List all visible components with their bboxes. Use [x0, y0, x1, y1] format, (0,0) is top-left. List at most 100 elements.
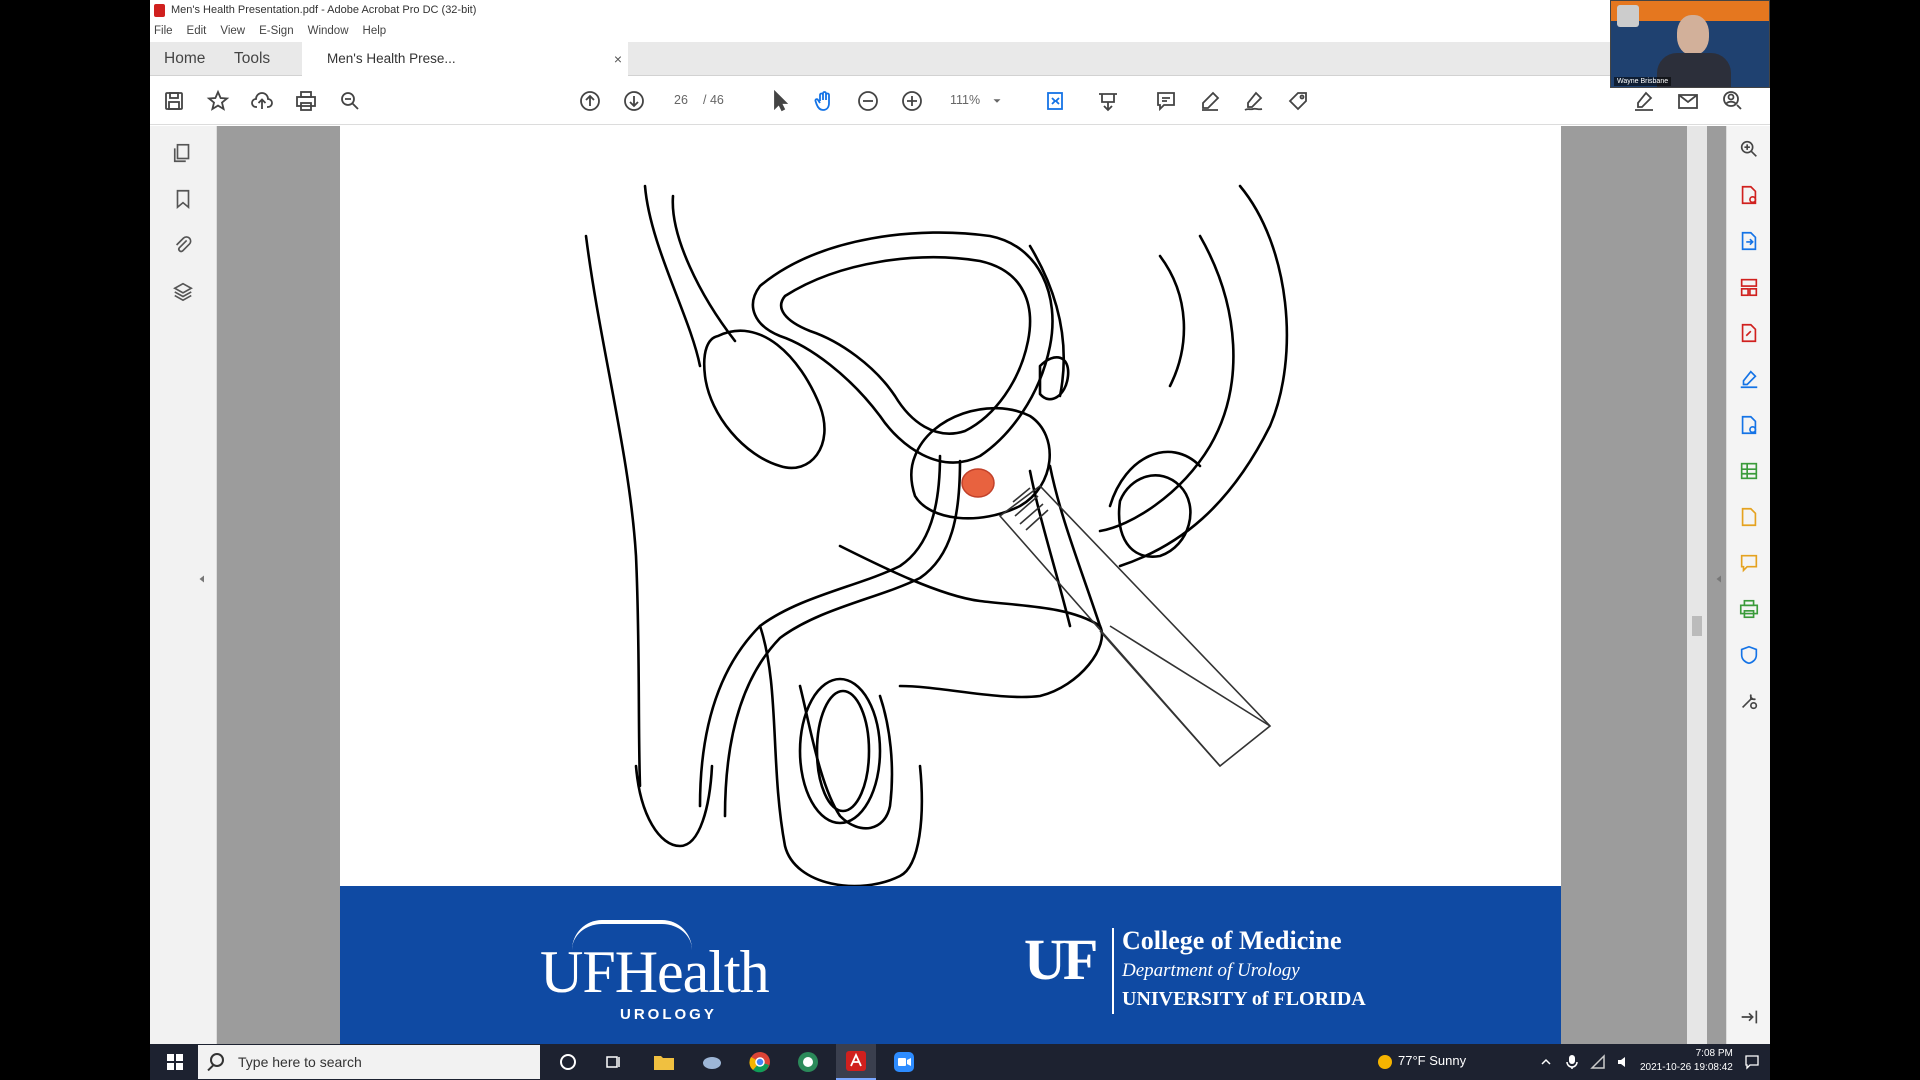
clock-date: 2021-10-26 19:08:42	[1640, 1062, 1733, 1073]
tray-chevron-icon[interactable]	[1534, 1044, 1558, 1080]
uf-logo: UF	[1024, 927, 1098, 992]
collapse-left-pane-icon[interactable]	[196, 566, 208, 592]
webcam-badge	[1617, 5, 1639, 27]
sign-icon[interactable]	[1240, 87, 1268, 115]
notifications-icon[interactable]	[1740, 1044, 1764, 1080]
uf-health-logo: UFHealth	[540, 939, 770, 1005]
send-for-review-icon[interactable]	[1736, 504, 1762, 530]
vertical-scrollbar[interactable]	[1687, 126, 1707, 1044]
layers-icon[interactable]	[170, 278, 196, 304]
logo-divider	[1112, 928, 1114, 1014]
zoom-level-select[interactable]: 111%	[950, 93, 980, 107]
stamp-tag-icon[interactable]	[1284, 87, 1312, 115]
task-view-icon[interactable]	[596, 1044, 632, 1080]
weather-sun-icon[interactable]	[1374, 1044, 1396, 1080]
college-name: College of Medicine	[1122, 926, 1342, 955]
organize-pages-icon[interactable]	[1736, 274, 1762, 300]
zoom-out-icon[interactable]	[854, 87, 882, 115]
volume-icon[interactable]	[1612, 1044, 1636, 1080]
zoom-search-icon[interactable]	[336, 87, 364, 115]
save-icon[interactable]	[160, 87, 188, 115]
menu-edit[interactable]: Edit	[187, 25, 207, 37]
protect-shield-icon[interactable]	[1736, 642, 1762, 668]
acrobat-icon	[154, 3, 165, 17]
network-icon[interactable]	[1586, 1044, 1610, 1080]
menu-view[interactable]: View	[220, 25, 245, 37]
export-pdf-icon[interactable]	[1736, 228, 1762, 254]
taskbar-search-input[interactable]: Type here to search	[198, 1045, 540, 1079]
webcam-overlay[interactable]: Wayne Brisbane	[1610, 0, 1770, 88]
close-tab-icon[interactable]: ×	[614, 42, 622, 76]
comment-tool-icon[interactable]	[1736, 550, 1762, 576]
right-tools-pane	[1716, 126, 1770, 1044]
zoom-dropdown-chevron-icon[interactable]	[990, 87, 1004, 115]
search-placeholder: Type here to search	[238, 1054, 362, 1070]
college-block: College of Medicine Department of Urolog…	[1122, 926, 1366, 1011]
presenter-name: Wayne Brisbane	[1614, 77, 1672, 86]
expand-pane-icon[interactable]	[1736, 1004, 1762, 1030]
collapse-right-pane-icon[interactable]	[1713, 566, 1725, 592]
department-name: Department of Urology	[1122, 960, 1300, 981]
windows-taskbar: Type here to search 77°F Sunny 7:08 PM 2…	[150, 1044, 1770, 1080]
acrobat-window: Men's Health Presentation.pdf - Adobe Ac…	[150, 0, 1770, 1080]
document-viewport[interactable]: UFHealth UROLOGY UF College of Medicine …	[217, 126, 1726, 1044]
anatomy-illustration	[584, 184, 1289, 886]
weather-widget[interactable]: 77°F Sunny	[1398, 1053, 1466, 1068]
tab-tools[interactable]: Tools	[234, 42, 270, 76]
star-icon[interactable]	[204, 87, 232, 115]
chrome-icon[interactable]	[742, 1044, 778, 1080]
edit-pdf-icon[interactable]	[1736, 320, 1762, 346]
next-page-icon[interactable]	[620, 87, 648, 115]
create-pdf-icon[interactable]	[1736, 182, 1762, 208]
tab-document[interactable]: Men's Health Prese... ×	[302, 42, 628, 76]
share-user-icon[interactable]	[1718, 87, 1746, 115]
hand-tool-icon[interactable]	[810, 87, 838, 115]
left-navigation-pane	[150, 126, 217, 1044]
print-production-icon[interactable]	[1736, 596, 1762, 622]
attachments-icon[interactable]	[170, 232, 196, 258]
file-explorer-icon[interactable]	[646, 1044, 682, 1080]
page-thumbnails-icon[interactable]	[170, 140, 196, 166]
zoom-in-icon[interactable]	[898, 87, 926, 115]
app-green-icon[interactable]	[790, 1044, 826, 1080]
highlight-pen-icon[interactable]	[1196, 87, 1224, 115]
combine-files-icon[interactable]	[1736, 412, 1762, 438]
comment-icon[interactable]	[1152, 87, 1180, 115]
window-title: Men's Health Presentation.pdf - Adobe Ac…	[171, 4, 477, 16]
tab-document-label: Men's Health Prese...	[327, 51, 456, 66]
presenter-head	[1677, 15, 1709, 55]
page-number-input[interactable]: 26	[674, 93, 688, 107]
search-zoom-icon[interactable]	[1736, 136, 1762, 162]
export-spreadsheet-icon[interactable]	[1736, 458, 1762, 484]
taskbar-clock[interactable]: 7:08 PM 2021-10-26 19:08:42	[1640, 1047, 1733, 1075]
footer-banner: UFHealth UROLOGY UF College of Medicine …	[340, 886, 1561, 1044]
acrobat-taskbar-icon[interactable]	[836, 1044, 876, 1080]
tab-home[interactable]: Home	[164, 42, 205, 76]
menu-bar: File Edit View E-Sign Window Help	[150, 22, 400, 40]
edit-sign-icon[interactable]	[1630, 87, 1658, 115]
cortana-circle-icon[interactable]	[550, 1044, 586, 1080]
more-tools-icon[interactable]	[1736, 688, 1762, 714]
page-total: / 46	[703, 93, 724, 107]
select-cursor-icon[interactable]	[766, 87, 794, 115]
print-icon[interactable]	[292, 87, 320, 115]
email-icon[interactable]	[1674, 87, 1702, 115]
previous-page-icon[interactable]	[576, 87, 604, 115]
scroll-thumb[interactable]	[1692, 616, 1702, 636]
fill-sign-icon[interactable]	[1736, 366, 1762, 392]
tab-bar: Home Tools Men's Health Prese... ×	[150, 42, 1770, 76]
menu-file[interactable]: File	[154, 25, 173, 37]
zoom-app-icon[interactable]	[884, 1044, 924, 1080]
menu-help[interactable]: Help	[363, 25, 387, 37]
university-name: UNIVERSITY of FLORIDA	[1122, 988, 1366, 1010]
app-cloud-icon[interactable]	[694, 1044, 730, 1080]
microphone-icon[interactable]	[1560, 1044, 1584, 1080]
fit-page-icon[interactable]	[1042, 87, 1070, 115]
bookmarks-icon[interactable]	[170, 186, 196, 212]
read-mode-icon[interactable]	[1094, 87, 1122, 115]
clock-time: 7:08 PM	[1695, 1048, 1733, 1059]
menu-window[interactable]: Window	[308, 25, 349, 37]
windows-start-icon[interactable]	[160, 1044, 190, 1080]
menu-esign[interactable]: E-Sign	[259, 25, 294, 37]
upload-cloud-icon[interactable]	[248, 87, 276, 115]
